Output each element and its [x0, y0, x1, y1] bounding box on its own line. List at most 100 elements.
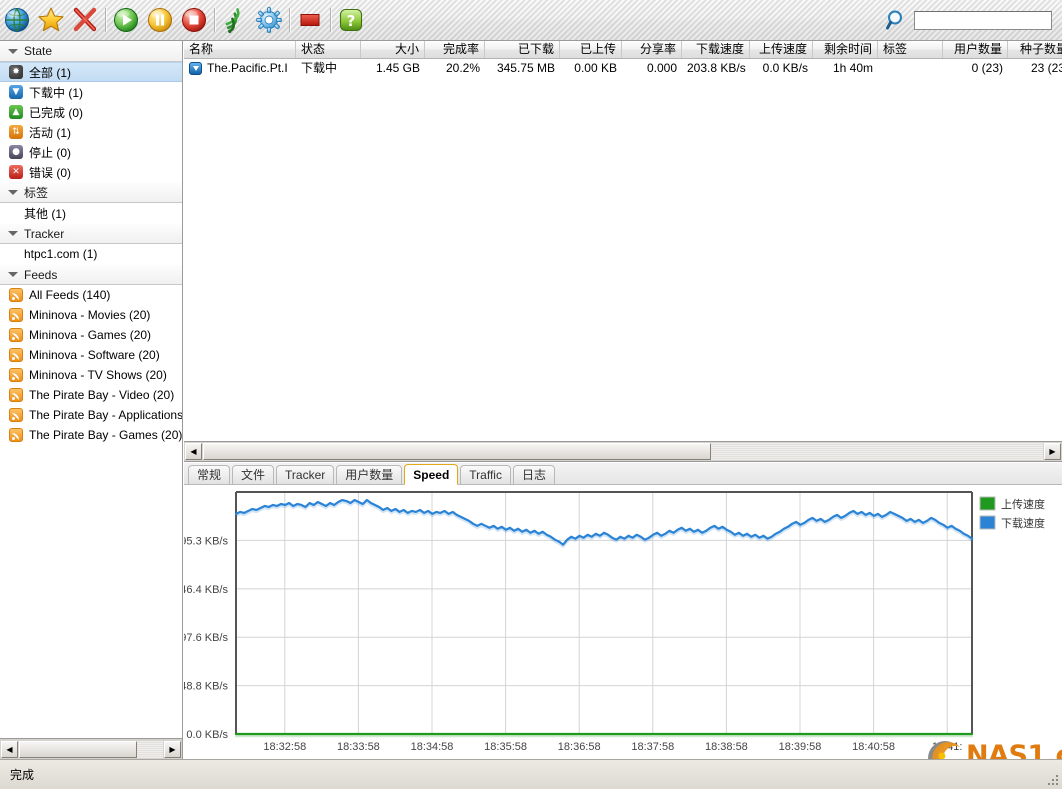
add-torrent-from-url-button[interactable] [0, 3, 34, 37]
sidebar-item-stopped[interactable]: ● 停止 (0) [0, 142, 182, 162]
column-header[interactable]: 已下载 [485, 41, 560, 58]
tab-traffic[interactable]: Traffic [460, 465, 511, 484]
tab-常规[interactable]: 常规 [188, 465, 231, 484]
rss-button[interactable] [218, 3, 252, 37]
preferences-button[interactable] [252, 3, 286, 37]
sidebar-item-label-other[interactable]: 其他 (1) [0, 203, 182, 223]
rss-icon [8, 427, 24, 443]
column-header[interactable]: 种子数量 [1008, 41, 1062, 58]
rss-icon [8, 327, 24, 343]
chart-ytick-label: 97.6 KB/s [184, 632, 228, 644]
column-header[interactable]: 下载速度 [682, 41, 750, 58]
torrent-name-cell: The.Pacific.Pt.I [184, 59, 296, 77]
table-cell: 23 (23) [1030, 61, 1062, 75]
sidebar-horizontal-scrollbar[interactable]: ◀ ▶ [0, 738, 182, 759]
column-header[interactable]: 大小 [361, 41, 425, 58]
sidebar-item-feed-mininova-tvshows[interactable]: Mininova - TV Shows (20) [0, 365, 182, 385]
globe-icon [5, 8, 29, 32]
column-header[interactable]: 上传速度 [750, 41, 813, 58]
sidebar-item-feed-mininova-games[interactable]: Mininova - Games (20) [0, 325, 182, 345]
sidebar-item-label: Mininova - Movies (20) [29, 308, 151, 322]
scroll-left-arrow-icon[interactable]: ◀ [1, 740, 18, 758]
column-header[interactable]: 已上传 [560, 41, 622, 58]
scroll-right-arrow-icon[interactable]: ▶ [1044, 443, 1061, 460]
torrent-list-header: 名称状态大小完成率已下载已上传分享率下载速度上传速度剩余时间标签用户数量种子数量 [184, 41, 1062, 59]
tab-speed[interactable]: Speed [404, 464, 459, 485]
table-row[interactable]: The.Pacific.Pt.I 下载中 1.45 GB 20.2% 345.75 MB… [184, 59, 1062, 77]
sidebar-item-downloading[interactable]: ▼ 下载中 (1) [0, 82, 182, 102]
sidebar-item-feed-mininova-software[interactable]: Mininova - Software (20) [0, 345, 182, 365]
tab-用户数量[interactable]: 用户数量 [336, 465, 403, 484]
sidebar-group-header-feeds[interactable]: Feeds [0, 264, 182, 285]
column-header[interactable]: 剩余时间 [813, 41, 878, 58]
completed-icon: ▲ [8, 104, 24, 120]
resize-grip-icon[interactable] [1046, 773, 1060, 787]
scrollbar-track[interactable] [19, 740, 163, 758]
scrollbar-track[interactable] [203, 443, 1043, 460]
speed-chart[interactable]: 195.3 KB/s 146.4 KB/s 97.6 KB/s 48.8 KB/s 0.… [184, 485, 1062, 759]
column-header[interactable]: 完成率 [425, 41, 485, 58]
sidebar-item-feed-all[interactable]: All Feeds (140) [0, 285, 182, 305]
flag-button[interactable] [293, 3, 327, 37]
tab-日志[interactable]: 日志 [512, 465, 555, 484]
scroll-left-arrow-icon[interactable]: ◀ [185, 443, 202, 460]
search-icon [886, 10, 902, 30]
remove-torrent-button[interactable] [68, 3, 102, 37]
chart-ytick-label: 0.0 KB/s [186, 729, 228, 741]
sidebar-item-feed-tpb-games[interactable]: The Pirate Bay - Games (20) [0, 425, 182, 445]
toolbar-search-area [880, 3, 1062, 37]
sidebar-item-feed-mininova-movies[interactable]: Mininova - Movies (20) [0, 305, 182, 325]
table-cell: 下载中 [301, 61, 338, 75]
rss-icon [8, 287, 24, 303]
tab-文件[interactable]: 文件 [232, 465, 275, 484]
toolbar-group-left: ? [0, 3, 368, 37]
table-cell: 20.2% [445, 61, 480, 75]
search-magnifier-icon[interactable] [880, 3, 914, 37]
table-cell: 345.75 MB [496, 61, 555, 75]
table-cell: 1.45 GB [375, 61, 420, 75]
column-header[interactable]: 分享率 [622, 41, 682, 58]
chart-xtick-label: 18:34:58 [411, 741, 454, 753]
tab-tracker[interactable]: Tracker [276, 465, 335, 484]
chart-xtick-label: 18:36:58 [558, 741, 601, 753]
scroll-right-arrow-icon[interactable]: ▶ [164, 740, 181, 758]
gear-icon [256, 7, 282, 33]
active-icon: ⇅ [8, 124, 24, 140]
start-button[interactable] [109, 3, 143, 37]
sidebar-group-label: 标签 [24, 186, 49, 200]
chart-xtick-label: 18:40:58 [852, 741, 895, 753]
downloading-arrow-icon [189, 61, 202, 75]
scrollbar-thumb[interactable] [203, 443, 711, 460]
search-input[interactable] [914, 10, 1052, 30]
chart-xtick-label: 18:37:58 [631, 741, 674, 753]
torrent-list-rows: The.Pacific.Pt.I 下载中 1.45 GB 20.2% 345.75 MB… [184, 59, 1062, 77]
sidebar-item-active[interactable]: ⇅ 活动 (1) [0, 122, 182, 142]
sidebar-item-feed-tpb-video[interactable]: The Pirate Bay - Video (20) [0, 385, 182, 405]
sidebar-group-header-state[interactable]: State [0, 41, 182, 62]
sidebar-item-tracker-htpc1[interactable]: htpc1.com (1) [0, 244, 182, 264]
sidebar-group-header-tracker[interactable]: Tracker [0, 223, 182, 244]
sidebar-item-feed-tpb-applications[interactable]: The Pirate Bay - Applications (2 [0, 405, 182, 425]
sidebar-item-all[interactable]: ✸ 全部 (1) [0, 62, 182, 82]
column-header[interactable]: 用户数量 [943, 41, 1008, 58]
sidebar-item-label: 已完成 (0) [29, 105, 84, 120]
stop-icon [182, 8, 206, 32]
table-cell: 0.000 [646, 61, 677, 75]
add-torrent-button[interactable] [34, 3, 68, 37]
sidebar-item-error[interactable]: ✕ 错误 (0) [0, 162, 182, 182]
stop-button[interactable] [177, 3, 211, 37]
pause-button[interactable] [143, 3, 177, 37]
sidebar-item-label: 停止 (0) [29, 145, 72, 160]
toolbar-separator [289, 8, 290, 32]
column-header[interactable]: 状态 [296, 41, 361, 58]
column-header[interactable]: 名称 [184, 41, 296, 58]
sidebar-item-completed[interactable]: ▲ 已完成 (0) [0, 102, 182, 122]
torrent-list-horizontal-scrollbar[interactable]: ◀ ▶ [184, 441, 1062, 462]
help-button[interactable]: ? [334, 3, 368, 37]
sidebar-item-label: 其他 (1) [24, 206, 67, 221]
sidebar-group-header-labels[interactable]: 标签 [0, 182, 182, 203]
chart-legend-swatch [979, 515, 996, 530]
column-header[interactable]: 标签 [878, 41, 943, 58]
scrollbar-thumb[interactable] [19, 740, 137, 758]
table-cell: 1h 40m [832, 61, 873, 75]
